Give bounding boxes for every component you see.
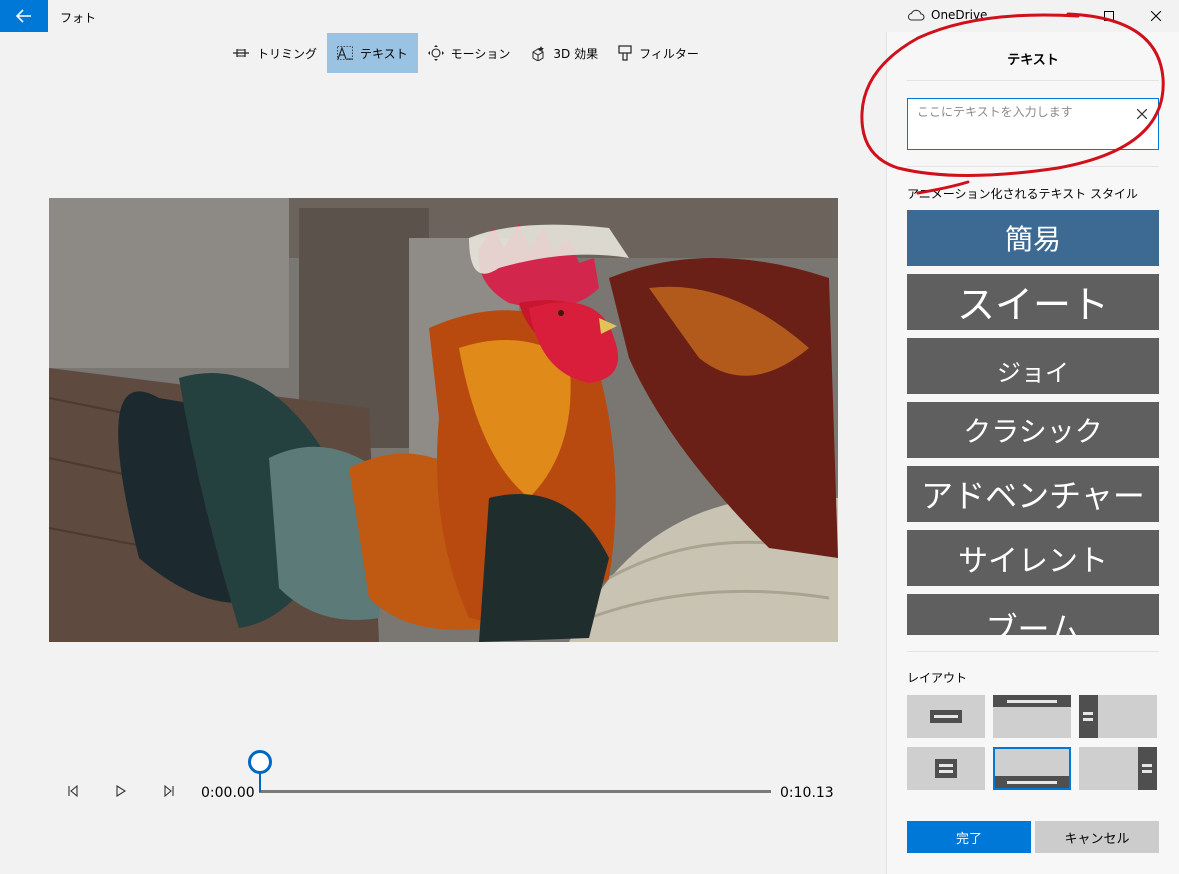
minimize-button[interactable]	[1041, 0, 1087, 32]
cloud-icon	[907, 9, 925, 21]
style-boom[interactable]: ブーム	[907, 594, 1159, 635]
layout-center-bar[interactable]	[907, 695, 985, 738]
done-button[interactable]: 完了	[907, 821, 1031, 853]
maximize-button[interactable]	[1086, 0, 1132, 32]
end-time: 0:10.13	[780, 785, 834, 801]
back-arrow-icon	[16, 9, 31, 23]
tab-filters[interactable]: フィルター	[608, 33, 709, 73]
onedrive-status[interactable]: OneDrive	[907, 8, 987, 22]
tab-motion[interactable]: モーション	[418, 33, 521, 73]
back-button[interactable]	[0, 0, 48, 32]
style-silent[interactable]: サイレント	[907, 530, 1159, 586]
layout-label: レイアウト	[907, 671, 968, 685]
style-sweet[interactable]: スイート	[907, 274, 1159, 330]
close-icon	[1151, 11, 1161, 21]
style-classic[interactable]: クラシック	[907, 402, 1159, 458]
app-title: フォト	[60, 11, 97, 25]
minimize-icon	[1059, 15, 1069, 17]
cancel-button[interactable]: キャンセル	[1035, 821, 1159, 853]
play-icon	[116, 785, 127, 797]
layout-bottom-bar[interactable]	[993, 747, 1071, 790]
timeline-track[interactable]	[259, 790, 771, 793]
3d-effects-icon	[532, 46, 545, 61]
maximize-icon	[1104, 11, 1114, 21]
text-input-box[interactable]	[907, 98, 1159, 150]
style-joy[interactable]: ジョイ	[907, 338, 1159, 394]
layout-top-bar-icon	[993, 695, 1071, 707]
tab-trimming[interactable]: トリミング	[222, 33, 327, 73]
panel-divider	[907, 80, 1159, 81]
styles-label: アニメーション化されるテキスト スタイル	[907, 187, 1138, 201]
tab-3d-effects[interactable]: 3D 効果	[520, 33, 608, 73]
panel-divider	[907, 651, 1159, 652]
onedrive-label: OneDrive	[931, 8, 988, 22]
layout-left-bar-icon	[1079, 695, 1098, 738]
layout-bottom-bar-icon	[995, 776, 1069, 788]
layout-right-bar-icon	[1138, 747, 1157, 790]
text-panel: テキスト アニメーション化されるテキスト スタイル 簡易 スイート ジョイ クラ…	[886, 32, 1179, 874]
close-window-button[interactable]	[1133, 0, 1179, 32]
video-preview[interactable]	[49, 198, 838, 642]
edit-toolbar: トリミング テキスト モーション 3D 効果 フィルター	[222, 33, 709, 73]
playhead-handle[interactable]	[248, 750, 272, 774]
motion-icon	[427, 45, 444, 61]
layout-center-box[interactable]	[907, 747, 985, 790]
text-style-list: 簡易 スイート ジョイ クラシック アドベンチャー サイレント ブーム	[907, 210, 1159, 635]
text-input[interactable]	[917, 105, 1127, 119]
trim-icon	[233, 49, 249, 57]
filter-icon	[618, 45, 632, 61]
panel-divider	[907, 166, 1159, 167]
tab-text[interactable]: テキスト	[327, 33, 418, 73]
tab-trimming-label: トリミング	[257, 46, 318, 61]
layout-left-bar[interactable]	[1079, 695, 1157, 738]
tab-3d-effects-label: 3D 効果	[553, 46, 599, 61]
clear-icon	[1137, 109, 1147, 119]
tab-filters-label: フィルター	[639, 46, 699, 61]
rooster-video-frame	[49, 198, 838, 642]
current-time: 0:00.00	[201, 785, 255, 801]
style-simple[interactable]: 簡易	[907, 210, 1159, 266]
next-frame-button[interactable]	[157, 780, 181, 802]
play-button[interactable]	[109, 780, 133, 802]
previous-frame-icon	[68, 785, 78, 797]
previous-frame-button[interactable]	[61, 780, 85, 802]
tab-motion-label: モーション	[450, 46, 511, 61]
panel-title: テキスト	[1007, 53, 1059, 68]
playhead-line	[259, 771, 261, 792]
layout-center-bar-icon	[930, 710, 962, 723]
next-frame-icon	[164, 785, 174, 797]
layout-center-box-icon	[935, 759, 957, 778]
tab-text-label: テキスト	[360, 46, 408, 61]
clear-text-button[interactable]	[1135, 107, 1149, 121]
layout-right-bar[interactable]	[1079, 747, 1157, 790]
style-adventure[interactable]: アドベンチャー	[907, 466, 1159, 522]
layout-top-bar[interactable]	[993, 695, 1071, 738]
text-icon	[337, 46, 353, 60]
